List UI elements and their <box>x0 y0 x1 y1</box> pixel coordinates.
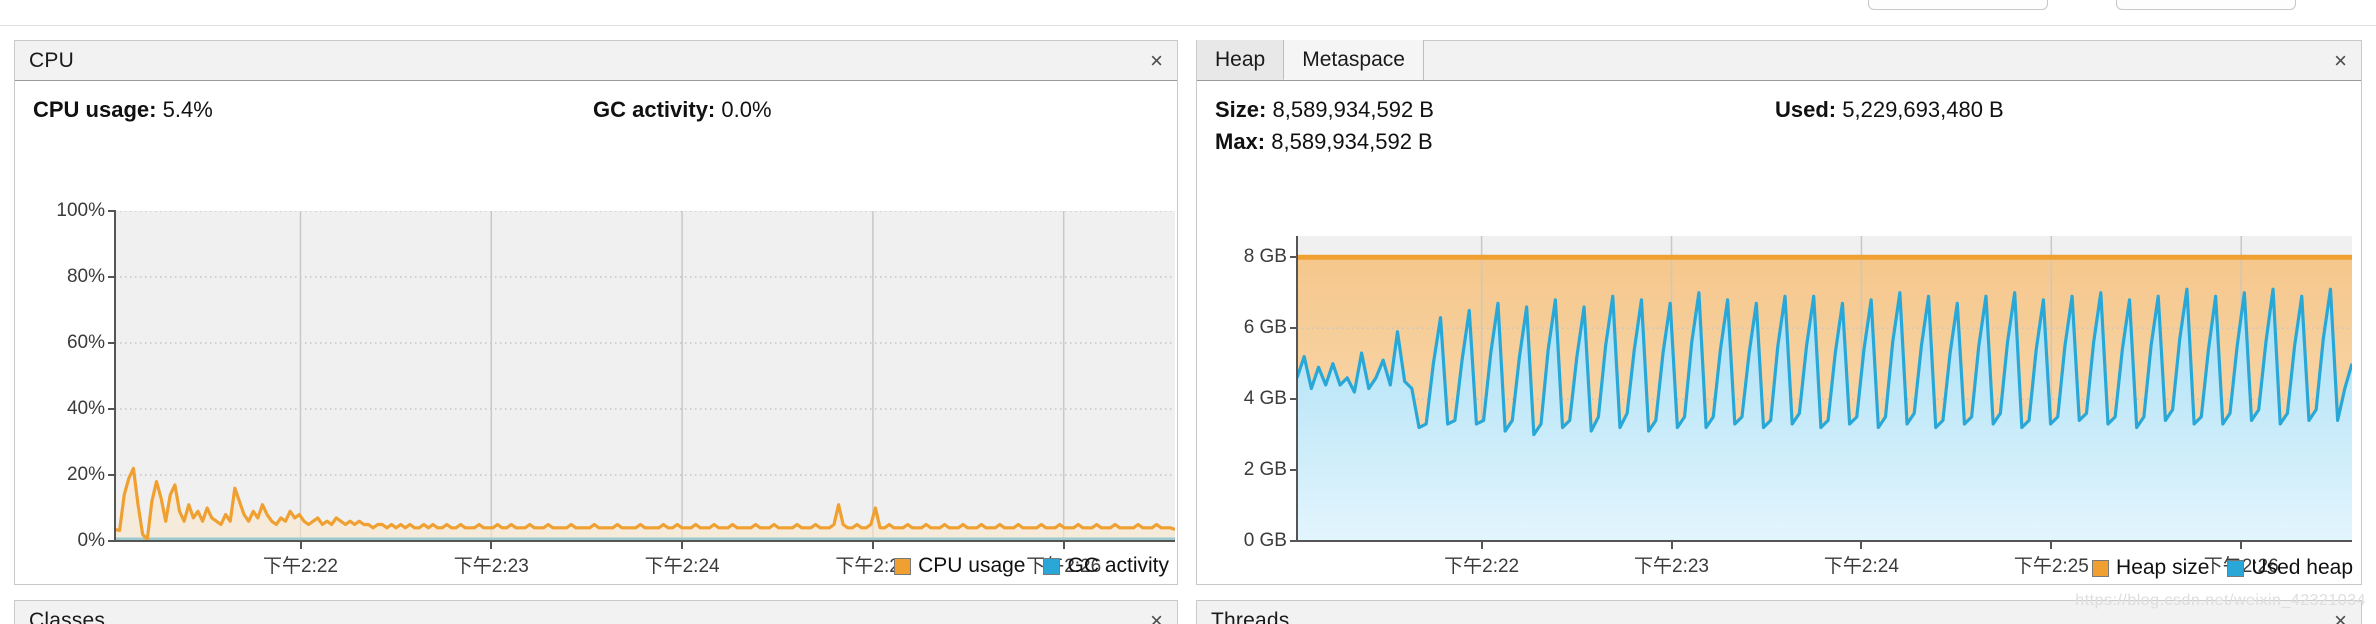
cpu-panel-title: CPU <box>29 48 74 72</box>
cpu-y-axis-line <box>114 211 116 541</box>
legend-swatch-icon <box>894 557 912 575</box>
x-tick-mark <box>871 541 874 549</box>
cpu-panel-header: CPU × <box>15 41 1177 81</box>
y-tick-label: 60% <box>66 332 105 353</box>
close-icon[interactable]: × <box>2334 49 2347 72</box>
heap-panel-tabstrip: Heap Metaspace × <box>1197 40 2361 81</box>
tab-metaspace[interactable]: Metaspace <box>1284 40 1424 80</box>
x-tick-mark <box>1670 541 1673 549</box>
y-tick-label: 100% <box>56 200 105 221</box>
cpu-series-svg <box>115 211 1175 541</box>
legend-swatch-icon <box>2227 559 2245 577</box>
heap-size-value: 8,589,934,592 B <box>1272 97 1434 122</box>
gc-activity-value: 0.0% <box>721 97 772 122</box>
heap-series-svg <box>1297 236 2352 541</box>
cpu-panel: CPU × CPU usage: 5.4% GC activity: 0.0% … <box>14 40 1178 585</box>
x-tick-mark <box>490 541 493 549</box>
heap-size-label: Size: <box>1215 97 1267 122</box>
x-tick-label: 下午2:24 <box>1823 556 1899 577</box>
cpu-usage-value: 5.4% <box>162 97 213 122</box>
x-tick-label: 下午2:23 <box>453 556 529 577</box>
heap-used-stat: Used: 5,229,693,480 B <box>1775 97 2004 123</box>
toolbar-button-left[interactable] <box>1868 0 2048 10</box>
toolbar-button-right[interactable] <box>2116 0 2296 10</box>
legend-label-used-heap: Used heap <box>2251 556 2353 579</box>
x-tick-mark <box>299 541 302 549</box>
classes-panel: Classes × <box>14 600 1178 624</box>
heap-legend: Heap size Used heap <box>2092 556 2353 580</box>
tab-heap[interactable]: Heap <box>1197 40 1285 80</box>
y-tick-label: 0% <box>77 530 105 551</box>
cpu-usage-stat: CPU usage: 5.4% <box>33 97 593 123</box>
cpu-usage-label: CPU usage: <box>33 97 157 122</box>
y-tick-label: 0 GB <box>1243 530 1287 551</box>
x-tick-label: 下午2:23 <box>1634 556 1710 577</box>
cpu-stats: CPU usage: 5.4% GC activity: 0.0% <box>15 81 1177 129</box>
legend-item-cpu-usage: CPU usage <box>894 554 1025 578</box>
gc-activity-label: GC activity: <box>593 97 716 122</box>
heap-size-stat: Size: 8,589,934,592 B <box>1215 97 1775 123</box>
y-tick-label: 40% <box>66 398 105 419</box>
x-tick-label: 下午2:22 <box>1444 556 1520 577</box>
x-tick-label: 下午2:22 <box>263 556 338 577</box>
heap-chart: 0 GB 2 GB 4 GB 6 GB 8 GB 下午2:22 下午2:23 下午2:24 下… <box>1197 226 2363 586</box>
y-tick-label: 6 GB <box>1243 317 1287 339</box>
threads-panel-title: Threads <box>1211 608 1290 624</box>
gc-activity-stat: GC activity: 0.0% <box>593 97 772 123</box>
y-tick-label: 2 GB <box>1243 459 1287 481</box>
x-tick-mark <box>1860 541 1863 549</box>
heap-plot-area <box>1297 236 2352 541</box>
legend-label-heap-size: Heap size <box>2116 556 2210 579</box>
tab-metaspace-label: Metaspace <box>1302 48 1405 71</box>
close-icon[interactable]: × <box>1150 49 1163 72</box>
threads-panel-header: Threads × <box>1197 601 2361 624</box>
heap-max-label: Max: <box>1215 129 1266 154</box>
classes-panel-header: Classes × <box>15 601 1177 624</box>
tab-heap-label: Heap <box>1215 47 1266 71</box>
x-tick-mark <box>2050 541 2053 549</box>
cpu-legend: CPU usage GC activity <box>894 554 1169 578</box>
cpu-x-axis-line <box>114 540 1175 542</box>
y-tick-label: 80% <box>66 266 105 287</box>
heap-max-value: 8,589,934,592 B <box>1271 129 1433 154</box>
x-tick-mark <box>1480 541 1483 549</box>
heap-max-stat: Max: 8,589,934,592 B <box>1215 129 1433 155</box>
heap-used-label: Used: <box>1775 97 1837 122</box>
close-icon[interactable]: × <box>2334 609 2347 624</box>
cpu-chart: 0% 20% 40% 60% 80% 100% 下午2:22 下午2:23 下午2:24 下午2… <box>15 196 1179 586</box>
monitor-dashboard: CPU × CPU usage: 5.4% GC activity: 0.0% … <box>0 0 2376 624</box>
x-tick-label: 下午2:25 <box>2013 556 2089 577</box>
toolbar-divider <box>0 25 2376 26</box>
y-tick-label: 20% <box>66 464 105 485</box>
legend-swatch-icon <box>2092 559 2110 577</box>
top-toolbar <box>0 0 2376 26</box>
legend-label-cpu-usage: CPU usage <box>918 554 1026 577</box>
x-tick-mark <box>1062 541 1065 549</box>
cpu-plot-area <box>115 211 1175 541</box>
x-tick-label: 下午2:24 <box>644 556 720 577</box>
legend-label-gc-activity: GC activity <box>1067 554 1169 577</box>
heap-panel: Heap Metaspace × Size: 8,589,934,592 B U… <box>1196 40 2362 585</box>
legend-item-used-heap: Used heap <box>2227 556 2353 580</box>
classes-panel-title: Classes <box>29 608 106 624</box>
legend-item-gc-activity: GC activity <box>1043 554 1169 578</box>
x-tick-mark <box>681 541 684 549</box>
close-icon[interactable]: × <box>1150 609 1163 624</box>
x-tick-mark <box>2240 541 2243 549</box>
heap-used-value: 5,229,693,480 B <box>1842 97 2004 122</box>
legend-swatch-icon <box>1043 557 1061 575</box>
y-tick-label: 8 GB <box>1243 246 1287 268</box>
heap-y-axis-line <box>1296 236 1298 541</box>
y-tick-label: 4 GB <box>1243 388 1287 410</box>
legend-item-heap-size: Heap size <box>2092 556 2209 580</box>
heap-x-axis-line <box>1296 540 2352 542</box>
heap-stats: Size: 8,589,934,592 B Used: 5,229,693,48… <box>1197 81 2361 161</box>
threads-panel: Threads × <box>1196 600 2362 624</box>
